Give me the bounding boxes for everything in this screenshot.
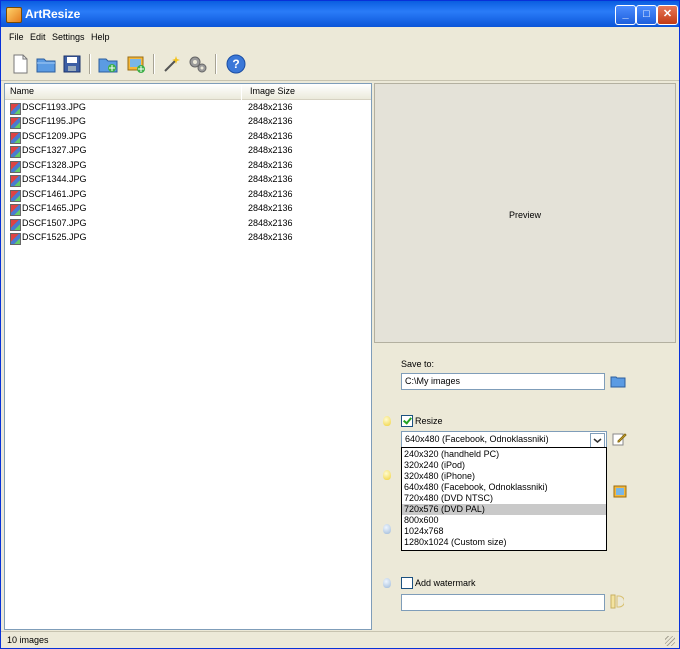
browse-folder-button[interactable] — [610, 374, 626, 390]
close-icon: ✕ — [662, 8, 673, 20]
maximize-icon: □ — [643, 8, 650, 20]
jpg-file-icon — [10, 233, 21, 245]
add-images-icon — [127, 56, 145, 73]
list-item[interactable]: 720x576 (DVD PAL) — [402, 504, 606, 515]
tip-bulb-icon — [383, 524, 391, 534]
column-header-image-size[interactable]: Image Size — [242, 84, 371, 100]
toolbar-separator — [215, 54, 217, 74]
image-icon — [613, 485, 627, 498]
column-header-name[interactable]: Name — [5, 84, 241, 100]
list-item[interactable]: 720x480 (DVD NTSC) — [402, 493, 606, 504]
menu-settings[interactable]: Settings — [52, 32, 85, 42]
add-images-button[interactable] — [125, 53, 147, 75]
settings-button[interactable] — [187, 53, 209, 75]
list-item[interactable]: 240x320 (handheld PC) — [402, 449, 606, 460]
tip-bulb-icon — [383, 470, 391, 480]
menu-bar: File Edit Settings Help — [1, 28, 679, 46]
toolbar-separator — [153, 54, 155, 74]
table-row[interactable]: DSCF1328.JPG 2848x2136 — [5, 159, 367, 173]
maximize-button[interactable]: □ — [636, 5, 657, 25]
menu-edit[interactable]: Edit — [30, 32, 46, 42]
minimize-button[interactable]: _ — [615, 5, 636, 25]
file-list[interactable]: Name Image Size DSCF1193.JPG 2848x2136 DS… — [4, 83, 372, 630]
edit-icon — [612, 433, 627, 446]
resize-checkbox[interactable] — [401, 415, 413, 427]
menu-file[interactable]: File — [9, 32, 24, 42]
save-disk-icon — [63, 55, 81, 73]
jpg-file-icon — [10, 103, 21, 115]
save-to-label: Save to: — [401, 359, 435, 369]
resize-preset-dropdown-list[interactable]: 240x320 (handheld PC) 320x240 (iPod) 320… — [401, 447, 607, 551]
jpg-file-icon — [10, 161, 21, 173]
wizard-button[interactable] — [161, 53, 183, 75]
resize-preset-select[interactable]: 640x480 (Facebook, Odnoklassniki) — [401, 431, 607, 448]
toolbar: ? — [1, 48, 679, 81]
minimize-icon: _ — [622, 8, 629, 20]
table-row[interactable]: DSCF1465.JPG 2848x2136 — [5, 202, 367, 216]
folder-icon — [610, 376, 626, 388]
new-button[interactable] — [9, 53, 31, 75]
watermark-checkbox[interactable] — [401, 577, 413, 589]
open-folder-icon — [36, 58, 56, 73]
preview-label: Preview — [508, 210, 541, 220]
watermark-browse-button[interactable] — [610, 594, 625, 611]
preview-panel: Preview — [374, 83, 676, 343]
menu-help[interactable]: Help — [91, 32, 110, 42]
jpg-file-icon — [10, 190, 21, 202]
save-to-input[interactable]: C:\My images — [401, 373, 605, 390]
jpg-file-icon — [10, 219, 21, 231]
table-row[interactable]: DSCF1525.JPG 2848x2136 — [5, 231, 367, 245]
list-item[interactable]: 320x480 (iPhone) — [402, 471, 606, 482]
resize-label: Resize — [415, 416, 443, 426]
status-text: 10 images — [7, 635, 49, 645]
watermark-tip-bulb-icon — [383, 578, 391, 588]
list-item[interactable]: 800x600 — [402, 515, 606, 526]
app-window: ArtResize _ □ ✕ File Edit Settings Help — [0, 0, 680, 649]
image-options-button[interactable] — [613, 485, 627, 500]
table-row[interactable]: DSCF1195.JPG 2848x2136 — [5, 115, 367, 129]
open-button[interactable] — [35, 53, 57, 75]
new-document-icon — [13, 54, 28, 74]
jpg-file-icon — [10, 204, 21, 216]
jpg-file-icon — [10, 146, 21, 158]
artresize-app-icon — [6, 7, 22, 23]
jpg-file-icon — [10, 132, 21, 144]
gears-icon — [189, 56, 207, 73]
jpg-file-icon — [10, 117, 21, 129]
table-row[interactable]: DSCF1209.JPG 2848x2136 — [5, 130, 367, 144]
save-button[interactable] — [61, 53, 83, 75]
toolbar-separator — [89, 54, 91, 74]
table-row[interactable]: DSCF1193.JPG 2848x2136 — [5, 101, 367, 115]
watermark-label: Add watermark — [415, 578, 476, 588]
table-row[interactable]: DSCF1461.JPG 2848x2136 — [5, 188, 367, 202]
watermark-input[interactable] — [401, 594, 605, 611]
list-item[interactable]: 640x480 (Facebook, Odnoklassniki) — [402, 482, 606, 493]
resize-tip-bulb-icon — [383, 416, 391, 426]
window-title: ArtResize — [25, 7, 81, 21]
jpg-file-icon — [10, 175, 21, 187]
table-row[interactable]: DSCF1507.JPG 2848x2136 — [5, 217, 367, 231]
close-button[interactable]: ✕ — [657, 5, 678, 25]
list-item[interactable]: 1280x1024 (Custom size) — [402, 537, 606, 548]
status-bar: 10 images — [1, 631, 679, 649]
help-button[interactable]: ? — [225, 53, 247, 75]
table-row[interactable]: DSCF1344.JPG 2848x2136 — [5, 173, 367, 187]
watermark-file-icon — [610, 594, 625, 609]
list-item[interactable]: 1024x768 — [402, 526, 606, 537]
edit-preset-button[interactable] — [612, 431, 627, 448]
list-item[interactable]: 320x240 (iPod) — [402, 460, 606, 471]
help-icon: ? — [226, 54, 246, 74]
add-folder-button[interactable] — [97, 53, 119, 75]
title-bar[interactable]: ArtResize _ □ ✕ — [1, 1, 679, 27]
table-row[interactable]: DSCF1327.JPG 2848x2136 — [5, 144, 367, 158]
add-folder-icon — [98, 58, 118, 73]
chevron-down-icon[interactable] — [590, 433, 605, 448]
magic-wand-icon — [164, 56, 180, 72]
resize-grip-icon[interactable] — [665, 636, 675, 646]
svg-text:?: ? — [232, 57, 239, 71]
